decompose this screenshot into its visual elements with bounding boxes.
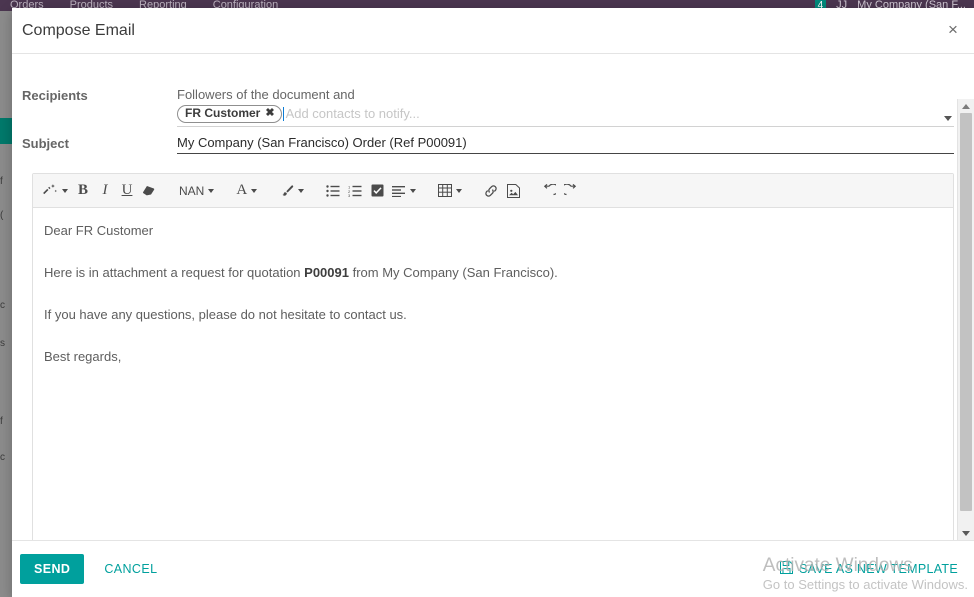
subject-input[interactable] (177, 135, 954, 154)
dialog-title: Compose Email (22, 21, 135, 39)
font-size-label: NAN (179, 183, 205, 198)
chevron-down-icon[interactable] (62, 188, 68, 193)
body-paragraph-questions: If you have any questions, please do not… (44, 306, 407, 322)
dialog-body: Recipients Followers of the document and… (12, 54, 974, 540)
recipients-row: Recipients Followers of the document and… (22, 86, 954, 127)
recipients-input[interactable]: FR Customer ✖ Add contacts to notify... (177, 103, 954, 127)
magic-wand-icon[interactable] (39, 178, 72, 204)
link-icon[interactable] (480, 178, 502, 204)
dialog-scrollbar[interactable] (957, 99, 974, 540)
toolbar-group-table (434, 178, 466, 204)
cancel-button[interactable]: CANCEL (92, 554, 169, 584)
save-as-new-template-label: SAVE AS NEW TEMPLATE (799, 562, 958, 576)
redo-icon[interactable] (560, 178, 582, 204)
recipient-tag-label: FR Customer (185, 105, 261, 120)
dialog-header: Compose Email × (12, 8, 974, 54)
recipients-followers-text: Followers of the document and (177, 87, 355, 102)
remove-tag-icon[interactable]: ✖ (265, 106, 274, 121)
scroll-down-icon[interactable] (958, 526, 974, 540)
font-size-button[interactable]: NAN (175, 178, 218, 204)
chevron-down-icon[interactable] (410, 188, 417, 193)
font-color-button[interactable]: A (232, 178, 261, 204)
recipients-label: Recipients (22, 88, 88, 103)
recipient-tag[interactable]: FR Customer ✖ (177, 104, 282, 123)
toolbar-group-insert (480, 178, 582, 204)
toolbar-group-style: B I U (39, 178, 161, 204)
subject-field (177, 134, 954, 154)
subject-label: Subject (22, 136, 69, 151)
close-icon[interactable]: × (940, 16, 966, 42)
email-body-editor[interactable]: Dear FR Customer Here is in attachment a… (33, 208, 953, 540)
ordered-list-icon[interactable]: 123 (344, 178, 366, 204)
toolbar-group-font: NAN A (175, 178, 308, 204)
recipients-placeholder: Add contacts to notify... (285, 106, 420, 121)
dialog-footer: SEND CANCEL SAVE AS NEW TEMPLATE (12, 540, 974, 597)
undo-icon[interactable] (538, 178, 560, 204)
chevron-down-icon[interactable] (456, 188, 463, 193)
send-button[interactable]: SEND (20, 554, 85, 584)
scrollbar-thumb[interactable] (960, 113, 972, 511)
brush-icon[interactable] (275, 178, 308, 204)
chevron-down-icon[interactable] (251, 188, 258, 193)
compose-email-dialog: Compose Email × Recipients Followers of … (12, 8, 974, 597)
scroll-up-icon[interactable] (958, 99, 974, 113)
image-icon[interactable] (502, 178, 524, 204)
chevron-down-icon[interactable] (944, 116, 952, 121)
body-para2-before: Here is in attachment a request for quot… (44, 264, 305, 280)
chevron-down-icon[interactable] (298, 188, 305, 193)
chevron-down-icon[interactable] (208, 188, 215, 193)
svg-text:3: 3 (348, 193, 351, 197)
body-paragraph-quotation: Here is in attachment a request for quot… (44, 264, 942, 283)
compose-form: Recipients Followers of the document and… (12, 54, 974, 154)
rich-text-editor: B I U NAN A 1 2 3 Dear FR Customer Here … (32, 173, 954, 540)
font-color-label: A (236, 182, 248, 198)
bold-button[interactable]: B (72, 178, 94, 204)
save-icon (780, 561, 794, 577)
text-cursor (282, 106, 284, 121)
toolbar-group-lists: 123 (322, 178, 420, 204)
body-signoff: Best regards, (44, 348, 122, 364)
subject-row: Subject (22, 134, 954, 154)
body-para2-after: from My Company (San Francisco). (348, 264, 558, 280)
checkbox-icon[interactable] (366, 178, 388, 204)
underline-button[interactable]: U (116, 178, 138, 204)
unordered-list-icon[interactable] (322, 178, 344, 204)
body-greeting: Dear FR Customer (44, 223, 154, 238)
table-icon[interactable] (434, 178, 466, 204)
align-left-icon[interactable] (388, 178, 420, 204)
italic-button[interactable]: I (94, 178, 116, 204)
editor-toolbar: B I U NAN A 1 2 3 (33, 174, 953, 208)
recipients-field: Followers of the document and FR Custome… (177, 86, 954, 127)
save-as-new-template-button[interactable]: SAVE AS NEW TEMPLATE (778, 555, 960, 583)
eraser-icon[interactable] (138, 178, 161, 204)
body-order-reference: P00091 (304, 264, 349, 280)
